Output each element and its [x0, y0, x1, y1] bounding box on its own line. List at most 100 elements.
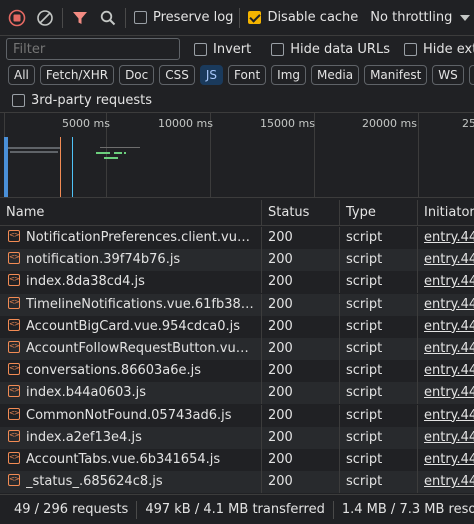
third-party-option[interactable]: 3rd-party requests	[0, 88, 474, 112]
network-overview-timeline[interactable]: 5000 ms 10000 ms 15000 ms 20000 ms 25	[0, 112, 474, 198]
request-initiator-link[interactable]: entry.44c	[418, 271, 474, 293]
overview-request-bar	[124, 152, 126, 154]
preserve-log-checkbox[interactable]	[134, 11, 147, 24]
request-status: 200	[262, 293, 340, 316]
hide-extension-checkbox[interactable]	[403, 42, 417, 56]
request-name: conversations.86603a6e.js	[26, 363, 202, 379]
column-header-type[interactable]: Type	[340, 200, 418, 226]
request-initiator-link[interactable]: entry.44c	[418, 405, 474, 427]
table-row[interactable]: index.b44a0603.js 200scriptentry.44c	[0, 382, 474, 405]
table-row[interactable]: index.a2ef13e4.js 200scriptentry.44c	[0, 426, 474, 449]
filter-chip-ws[interactable]: WS	[432, 65, 464, 85]
table-row[interactable]: conversations.86603a6e.js 200scriptentry.…	[0, 360, 474, 383]
invert-checkbox[interactable]	[194, 42, 207, 56]
preserve-log-option[interactable]: Preserve log	[134, 10, 233, 25]
request-name-cell[interactable]: _status_.685624c8.js	[0, 471, 262, 494]
request-initiator-link[interactable]: entry.44c	[418, 338, 474, 360]
request-status: 200	[262, 360, 340, 383]
column-header-status[interactable]: Status	[262, 200, 340, 226]
request-type: script	[340, 227, 418, 249]
request-type: script	[340, 293, 418, 316]
column-header-initiator[interactable]: Initiator	[418, 200, 474, 226]
table-row[interactable]: CommonNotFound.05743ad6.js 200scriptentry…	[0, 404, 474, 427]
request-name-cell[interactable]: NotificationPreferences.client.vue.036..…	[0, 227, 262, 249]
filter-chip-was[interactable]: Was	[468, 65, 474, 85]
filter-chip-font[interactable]: Font	[228, 65, 267, 85]
request-initiator-link[interactable]: entry.44c	[418, 449, 474, 471]
dom-content-loaded-line	[60, 137, 61, 197]
filter-chip-fetch-xhr[interactable]: Fetch/XHR	[39, 65, 115, 85]
overview-tick-label: 15000 ms	[260, 117, 315, 130]
disable-cache-option[interactable]: Disable cache	[248, 10, 358, 25]
script-file-icon	[8, 271, 20, 290]
request-type: script	[340, 382, 418, 405]
overview-tick-label: 10000 ms	[158, 117, 213, 130]
request-type: script	[340, 271, 418, 294]
request-initiator-link[interactable]: entry.44c	[418, 316, 474, 338]
hide-extension-option[interactable]: Hide extem	[403, 41, 474, 57]
request-name-cell[interactable]: index.a2ef13e4.js	[0, 426, 262, 449]
request-name-cell[interactable]: AccountTabs.vue.6b341654.js	[0, 449, 262, 471]
filter-chip-js[interactable]: JS	[199, 65, 224, 85]
request-name-cell[interactable]: notification.39f74b76.js	[0, 249, 262, 272]
third-party-checkbox[interactable]	[12, 93, 25, 107]
third-party-label: 3rd-party requests	[31, 92, 153, 108]
table-row[interactable]: notification.39f74b76.js 200scriptentry.4…	[0, 249, 474, 272]
request-name-cell[interactable]: AccountBigCard.vue.954cdca0.js	[0, 315, 262, 338]
table-row[interactable]: AccountFollowRequestButton.vue.ef1d... 20…	[0, 338, 474, 360]
transferred-size: 497 kB / 4.1 MB transferred	[137, 500, 334, 519]
request-initiator-link[interactable]: entry.44c	[418, 227, 474, 249]
filter-chip-css[interactable]: CSS	[159, 65, 195, 85]
table-row[interactable]: AccountTabs.vue.6b341654.js 200scriptentr…	[0, 449, 474, 471]
table-row[interactable]: index.8da38cd4.js 200scriptentry.44c	[0, 271, 474, 294]
table-row[interactable]: AccountBigCard.vue.954cdca0.js 200scripte…	[0, 315, 474, 338]
request-name-cell[interactable]: TimelineNotifications.vue.61fb388d.js	[0, 293, 262, 316]
request-initiator-link[interactable]: entry.44c	[418, 382, 474, 404]
request-name-cell[interactable]: CommonNotFound.05743ad6.js	[0, 404, 262, 427]
chevron-down-icon	[460, 14, 471, 21]
script-file-icon	[8, 427, 20, 446]
request-status: 200	[262, 249, 340, 272]
filter-chip-manifest[interactable]: Manifest	[364, 65, 428, 85]
clear-icon[interactable]	[34, 7, 56, 29]
request-status: 200	[262, 404, 340, 427]
record-stop-icon[interactable]	[6, 7, 28, 29]
search-icon[interactable]	[97, 7, 119, 29]
filter-chip-img[interactable]: Img	[271, 65, 307, 85]
request-name-cell[interactable]: index.b44a0603.js	[0, 382, 262, 405]
request-initiator-link[interactable]: entry.44c	[418, 360, 474, 382]
request-name-cell[interactable]: conversations.86603a6e.js	[0, 360, 262, 383]
invert-option[interactable]: Invert	[194, 42, 251, 57]
script-file-icon	[8, 227, 20, 246]
hide-extension-label: Hide extem	[422, 41, 474, 57]
preserve-log-label: Preserve log	[153, 10, 234, 25]
column-header-name[interactable]: Name	[0, 200, 262, 226]
request-name-cell[interactable]: index.8da38cd4.js	[0, 271, 262, 294]
disable-cache-checkbox[interactable]	[248, 11, 262, 24]
resource-type-filters: All Fetch/XHR Doc CSS JS Font Img Media Manifest…	[0, 63, 474, 87]
request-status: 200	[262, 449, 340, 471]
table-row[interactable]: TimelineNotifications.vue.61fb388d.js 200…	[0, 293, 474, 316]
overview-request-bar	[96, 152, 110, 154]
overview-tick	[418, 113, 419, 197]
request-name-cell[interactable]: AccountFollowRequestButton.vue.ef1d...	[0, 338, 262, 360]
hide-data-urls-option[interactable]: Hide data URLs	[271, 42, 390, 57]
request-initiator-link[interactable]: entry.44c	[418, 427, 474, 449]
disable-cache-label: Disable cache	[267, 10, 359, 25]
filter-chip-all[interactable]: All	[8, 65, 35, 85]
request-initiator-link[interactable]: entry.44c	[418, 471, 474, 493]
table-row[interactable]: _status_.685624c8.js 200scriptentry.44c	[0, 471, 474, 494]
throttling-select[interactable]: No throttling	[370, 10, 471, 25]
request-status: 200	[262, 382, 340, 405]
funnel-icon[interactable]	[69, 7, 91, 29]
filter-chip-doc[interactable]: Doc	[119, 65, 155, 85]
table-row[interactable]: NotificationPreferences.client.vue.036..…	[0, 227, 474, 249]
filter-input[interactable]	[6, 38, 180, 60]
resources-size: 1.4 MB / 7.3 MB resources	[341, 501, 474, 517]
hide-data-urls-checkbox[interactable]	[271, 42, 285, 56]
request-initiator-link[interactable]: entry.44c	[418, 249, 474, 271]
filter-chip-media[interactable]: Media	[311, 65, 360, 85]
request-initiator-link[interactable]: entry.44c	[418, 294, 474, 316]
request-name: notification.39f74b76.js	[26, 252, 181, 268]
request-name: index.b44a0603.js	[26, 385, 147, 401]
